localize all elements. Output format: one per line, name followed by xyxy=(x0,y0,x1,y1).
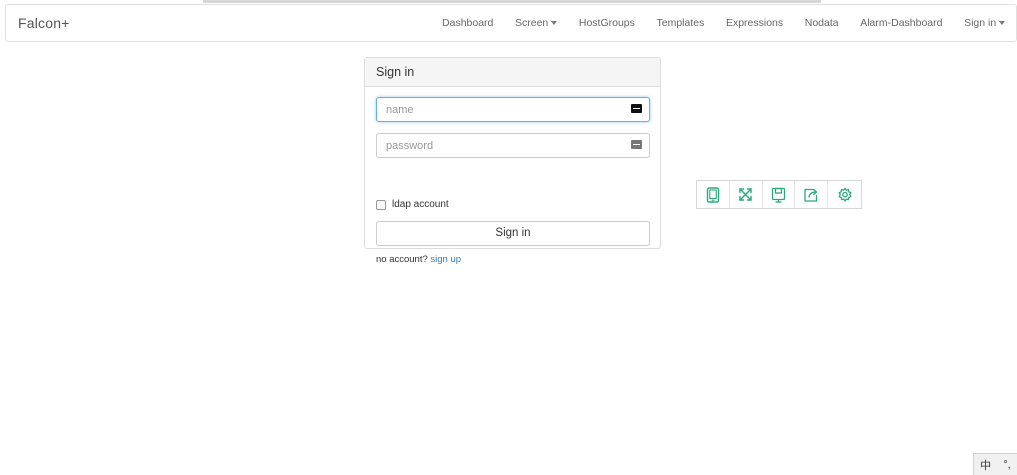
settings-button[interactable] xyxy=(828,181,861,208)
login-panel-title: Sign in xyxy=(365,58,660,87)
top-navbar: Falcon+ Dashboard Screen HostGroups Temp… xyxy=(5,4,1017,42)
ldap-row: ldap account xyxy=(376,199,449,210)
password-input[interactable] xyxy=(377,134,617,157)
nav-item-templates[interactable]: Templates xyxy=(646,17,715,29)
ime-language[interactable]: 中 xyxy=(980,457,991,473)
nav-item-nodata[interactable]: Nodata xyxy=(794,17,849,29)
password-field xyxy=(376,133,650,158)
expand-button[interactable] xyxy=(730,181,763,208)
ime-punctuation[interactable]: °, xyxy=(1003,459,1010,471)
no-account-label: no account? xyxy=(376,254,428,265)
caret-down-icon xyxy=(551,21,558,26)
save-icon xyxy=(771,187,786,203)
nav-item-dashboard[interactable]: Dashboard xyxy=(431,17,504,29)
settings-gear-icon xyxy=(838,186,852,202)
share-icon xyxy=(804,188,818,202)
nav-item-label: Templates xyxy=(656,17,705,29)
nav-menu: Dashboard Screen HostGroups Templates Ex… xyxy=(431,5,1016,41)
tablet-icon xyxy=(706,186,720,203)
login-panel: Sign in ldap account Sign in no account?… xyxy=(364,57,661,265)
nav-item-label: Sign in xyxy=(964,17,997,29)
nav-item-expressions[interactable]: Expressions xyxy=(715,17,794,29)
ldap-label[interactable]: ldap account xyxy=(392,199,449,210)
nav-item-label: Nodata xyxy=(804,17,839,29)
name-input[interactable] xyxy=(377,98,617,121)
brand-logo[interactable]: Falcon+ xyxy=(18,15,70,31)
floating-toolbar xyxy=(696,180,862,209)
no-account-text: no account? sign up xyxy=(376,254,461,265)
share-button[interactable] xyxy=(795,181,829,208)
sign-up-link[interactable]: sign up xyxy=(430,254,461,265)
credential-autofill-icon[interactable] xyxy=(631,104,642,113)
nav-item-label: Dashboard xyxy=(442,17,494,29)
save-button[interactable] xyxy=(763,181,796,208)
nav-item-label: Screen xyxy=(515,17,549,29)
ldap-checkbox[interactable] xyxy=(376,199,386,210)
browser-top-strip xyxy=(203,0,821,3)
sign-in-button[interactable]: Sign in xyxy=(376,221,650,246)
nav-item-alarm-dashboard[interactable]: Alarm-Dashboard xyxy=(849,17,953,29)
nav-item-label: Expressions xyxy=(725,17,784,29)
expand-icon xyxy=(739,188,752,201)
nav-item-label: Alarm-Dashboard xyxy=(860,17,943,29)
nav-item-sign-in[interactable]: Sign in xyxy=(953,17,1016,29)
nav-item-label: HostGroups xyxy=(578,17,635,29)
nav-item-screen[interactable]: Screen xyxy=(504,17,568,29)
nav-item-hostgroups[interactable]: HostGroups xyxy=(568,17,646,29)
credential-autofill-icon[interactable] xyxy=(631,140,642,149)
name-field xyxy=(376,97,650,122)
tablet-button[interactable] xyxy=(697,181,730,208)
caret-down-icon xyxy=(999,21,1006,26)
ime-indicator[interactable]: 中 °, xyxy=(973,453,1017,475)
